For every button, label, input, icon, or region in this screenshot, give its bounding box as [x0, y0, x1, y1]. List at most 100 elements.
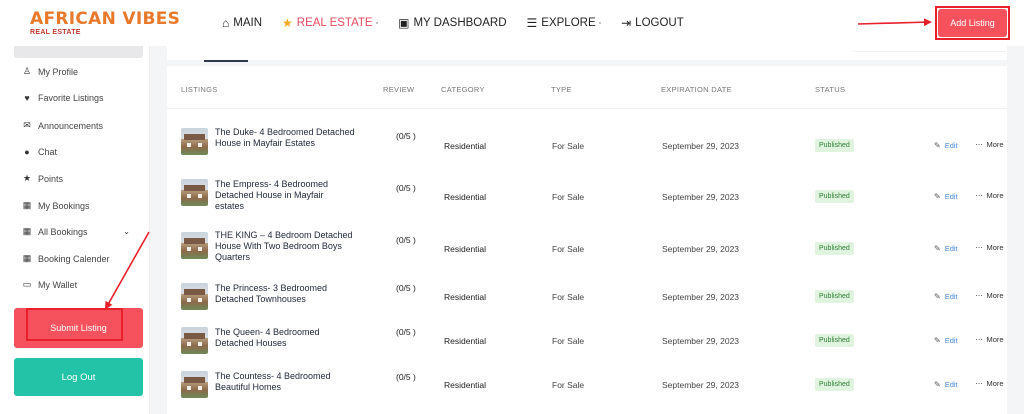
edit-icon: ✎ [934, 244, 941, 253]
edit-label: Edit [944, 380, 958, 389]
edit-icon: ✎ [934, 336, 941, 345]
listing-type: For Sale [552, 292, 585, 302]
listing-thumbnail[interactable] [181, 232, 208, 259]
status-badge: Published [815, 334, 854, 347]
sidebar-item-label: My Profile [38, 66, 79, 77]
more-label: More [986, 334, 1004, 344]
listing-review: (0/5 ) [396, 235, 416, 245]
sidebar-active-item-partial[interactable] [14, 46, 143, 58]
nav-label: MAIN [233, 17, 262, 29]
nav-label: LOGOUT [635, 17, 684, 29]
nav-item-main[interactable]: ⌂ MAIN [222, 17, 262, 29]
logout-button[interactable]: Log Out [14, 358, 143, 396]
listing-type: For Sale [552, 244, 585, 254]
table-row: The Countess- 4 Bedroomed Beautiful Home… [167, 366, 1007, 412]
search-box-partial[interactable] [852, 46, 1006, 52]
listing-expiration: September 29, 2023 [662, 380, 740, 390]
edit-icon: ✎ [934, 141, 941, 150]
listing-title[interactable]: The Countess- 4 Bedroomed Beautiful Home… [215, 371, 355, 393]
listings-table: LISTINGS REVIEW CATEGORY TYPE EXPIRATION… [167, 66, 1007, 414]
edit-label: Edit [944, 244, 958, 253]
listing-type: For Sale [552, 336, 585, 346]
nav-label: EXPLORE [541, 17, 596, 29]
table-row: THE KING – 4 Bedroom Detached House With… [167, 226, 1007, 272]
listing-thumbnail[interactable] [181, 371, 208, 398]
listing-thumbnail[interactable] [181, 327, 208, 354]
more-menu[interactable]: ··· More [975, 139, 1004, 149]
sidebar-item-my-profile[interactable]: ♙ My Profile [22, 66, 138, 77]
more-label: More [986, 242, 1004, 252]
listing-expiration: September 29, 2023 [662, 192, 740, 202]
brand-name: AFRICAN VIBES [30, 9, 181, 29]
column-header-status: STATUS [815, 85, 846, 94]
more-menu[interactable]: ··· More [975, 334, 1004, 344]
ellipsis-icon: ··· [975, 242, 983, 252]
id-card-icon: ▣ [398, 16, 410, 30]
submit-listing-button[interactable]: Submit Listing [14, 308, 143, 348]
sidebar-item-label: Points [38, 173, 64, 184]
column-header-expiration-date: EXPIRATION DATE [661, 85, 732, 94]
edit-icon: ✎ [934, 192, 941, 201]
more-menu[interactable]: ··· More [975, 190, 1004, 200]
sidebar-item-label: Chat [38, 147, 58, 157]
listing-title[interactable]: The Empress- 4 Bedroomed Detached House … [215, 179, 355, 212]
listing-review: (0/5 ) [396, 372, 416, 382]
more-label: More [986, 139, 1004, 149]
sidebar-item-all-bookings[interactable]: ▦ All Bookings ⌄ [22, 226, 138, 237]
dropdown-indicator-icon: ▫ [375, 19, 379, 27]
listing-title[interactable]: THE KING – 4 Bedroom Detached House With… [215, 230, 355, 263]
sidebar-item-booking-calender[interactable]: ▦ Booking Calender [22, 253, 138, 264]
listing-review: (0/5 ) [396, 283, 416, 293]
listing-expiration: September 29, 2023 [662, 244, 740, 254]
sidebar-item-points[interactable]: ★ Points [22, 173, 138, 184]
sidebar-item-label: My Bookings [38, 200, 90, 211]
more-menu[interactable]: ··· More [975, 378, 1004, 388]
edit-link[interactable]: ✎ Edit [934, 192, 958, 201]
more-label: More [986, 290, 1004, 300]
listing-title[interactable]: The Princess- 3 Bedroomed Detached Townh… [215, 283, 355, 305]
nav-item-explore[interactable]: ☰ EXPLORE ▫ [527, 17, 602, 29]
edit-link[interactable]: ✎ Edit [934, 244, 958, 253]
listing-review: (0/5 ) [396, 183, 416, 193]
brand-tagline: REAL ESTATE [30, 29, 81, 36]
dropdown-indicator-icon: ▫ [598, 19, 602, 27]
listing-category: Residential [444, 292, 487, 302]
status-badge: Published [815, 242, 854, 255]
edit-link[interactable]: ✎ Edit [934, 336, 958, 345]
listing-title[interactable]: The Queen- 4 Bedroomed Detached Houses [215, 327, 355, 349]
sidebar-item-my-wallet[interactable]: ▭ My Wallet [22, 279, 138, 290]
listing-title[interactable]: The Duke- 4 Bedroomed Detached House in … [215, 127, 355, 149]
sidebar-item-my-bookings[interactable]: ▦ My Bookings [22, 200, 138, 211]
brand-logo[interactable]: AFRICAN VIBES REAL ESTATE [30, 10, 180, 36]
sidebar-item-announcements[interactable]: ✉ Announcements [22, 120, 138, 131]
listing-expiration: September 29, 2023 [662, 292, 740, 302]
more-menu[interactable]: ··· More [975, 242, 1004, 252]
edit-link[interactable]: ✎ Edit [934, 141, 958, 150]
star-icon: ★ [282, 16, 293, 30]
sidebar-item-label: Announcements [38, 120, 104, 131]
listing-thumbnail[interactable] [181, 128, 208, 155]
nav-item-real-estate[interactable]: ★ REAL ESTATE ▫ [282, 17, 378, 29]
edit-label: Edit [944, 192, 958, 201]
listing-type: For Sale [552, 192, 585, 202]
status-badge: Published [815, 190, 854, 203]
more-menu[interactable]: ··· More [975, 290, 1004, 300]
edit-link[interactable]: ✎ Edit [934, 292, 958, 301]
home-icon: ⌂ [222, 16, 230, 30]
listing-category: Residential [444, 244, 487, 254]
listing-expiration: September 29, 2023 [662, 336, 740, 346]
edit-link[interactable]: ✎ Edit [934, 380, 958, 389]
nav-label: REAL ESTATE [296, 17, 373, 29]
sidebar-item-favorite-listings[interactable]: ♥ Favorite Listings [22, 93, 138, 103]
listing-thumbnail[interactable] [181, 283, 208, 310]
nav-item-my-dashboard[interactable]: ▣ MY DASHBOARD [398, 17, 506, 29]
chevron-down-icon[interactable]: ⌄ [123, 227, 130, 236]
sidebar-item-chat[interactable]: ● Chat [22, 147, 138, 157]
listing-thumbnail[interactable] [181, 179, 208, 206]
nav-item-logout[interactable]: ⇥ LOGOUT [621, 17, 684, 29]
ellipsis-icon: ··· [975, 334, 983, 344]
main-nav: ⌂ MAIN ★ REAL ESTATE ▫ ▣ MY DASHBOARD ☰ … [222, 0, 704, 46]
dashboard-sidebar: ♙ My Profile ♥ Favorite Listings ✉ Annou… [0, 46, 150, 414]
active-tab-indicator [204, 60, 248, 62]
logout-icon: ⇥ [621, 16, 632, 30]
